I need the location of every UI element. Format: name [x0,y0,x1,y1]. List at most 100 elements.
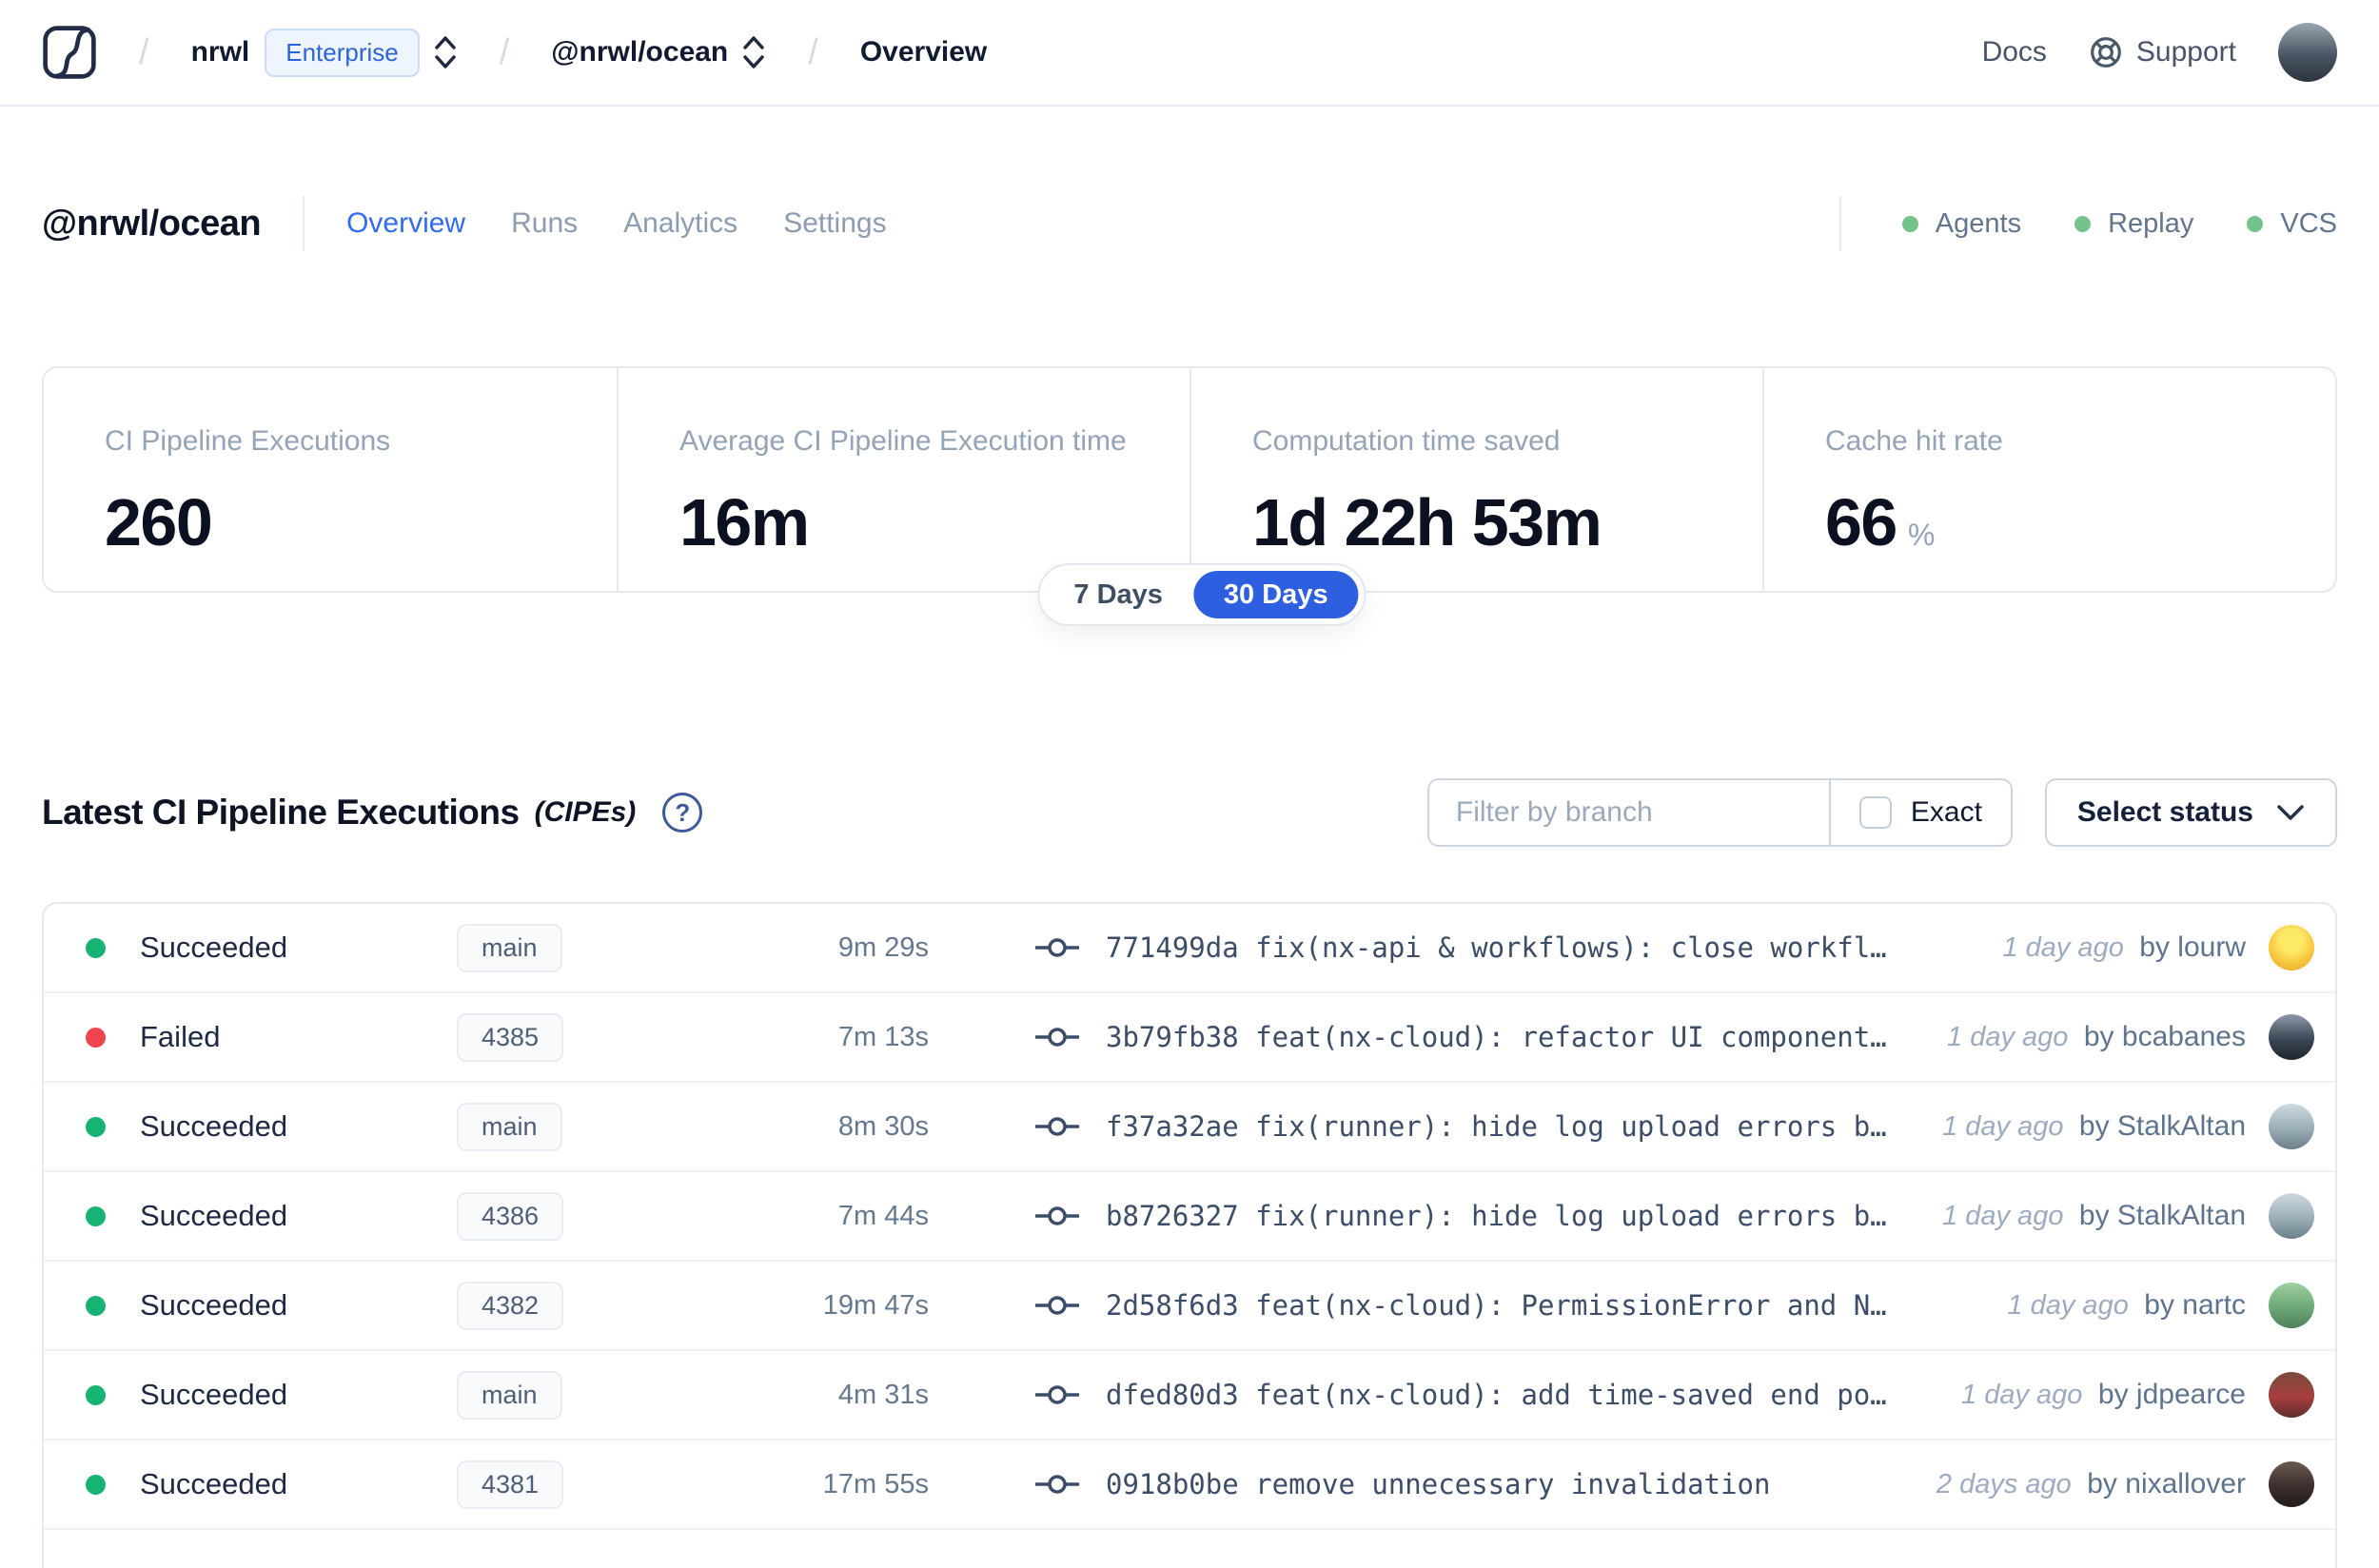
table-row[interactable]: Succeeded 4381 17m 55s 0918b0be remove u… [44,1441,2335,1530]
date-range-toggle: 7 Days 30 Days [1037,563,1366,626]
branch-badge: 4386 [457,1191,564,1241]
duration-label: 17m 55s [822,1468,929,1499]
org-name[interactable]: nrwl [191,36,250,69]
docs-link[interactable]: Docs [1982,36,2047,69]
workspace-tab[interactable]: Analytics [623,207,737,240]
table-row[interactable]: Succeeded main 8m 30s f37a32ae fix(runne… [44,1083,2335,1172]
workspace-crumb[interactable]: @nrwl/ocean [551,33,766,71]
feature-status-item[interactable]: Agents [1901,208,2021,240]
workspace-name[interactable]: @nrwl/ocean [551,36,728,69]
table-row[interactable]: Failed 4385 7m 13s 3b79fb38 feat(nx-clou… [44,993,2335,1083]
breadcrumb-separator: / [499,31,510,72]
commit-cell: b8726327 fix(runner): hide log upload er… [929,1200,1923,1232]
exact-label: Exact [1910,796,1982,828]
status-cell: Failed [86,1020,457,1054]
author-label: by StalkAltan [2078,1200,2246,1231]
commit-cell: dfed80d3 feat(nx-cloud): add time-saved … [929,1379,1942,1411]
stat-card: CI Pipeline Executions 260 [44,368,617,591]
branch-badge: main [457,1102,562,1151]
support-link[interactable]: Support [2089,35,2236,69]
workspace-tabs: Overview Runs Analytics Settings [346,207,887,240]
workspace-tab[interactable]: Settings [783,207,886,240]
status-cell: Succeeded [86,1109,457,1144]
breadcrumb: / nrwl Enterprise / @nrwl/ocean / Overvi… [42,25,987,80]
commit-cell: 771499da fix(nx-api & workflows): close … [929,931,1983,964]
enterprise-badge: Enterprise [265,28,420,77]
avatar [2269,925,2314,970]
commit-cell: 0918b0be remove unnecessary invalidation [929,1468,1917,1500]
stat-card: Computation time saved 1d 22h 53m [1190,368,1762,591]
branch-filter-input[interactable] [1428,780,1829,845]
status-dot-icon [86,937,106,958]
user-avatar[interactable] [2278,23,2337,82]
breadcrumb-separator: / [808,31,818,72]
feature-status-item[interactable]: VCS [2247,208,2337,240]
cipe-table: Succeeded main 9m 29s 771499da fix(nx-ap… [42,902,2337,1568]
table-row[interactable]: Succeeded 4382 19m 47s 2d58f6d3 feat(nx-… [44,1262,2335,1351]
stat-card: Cache hit rate 66% [1762,368,2335,591]
duration-label: 7m 13s [837,1021,929,1052]
table-row[interactable]: Succeeded 4386 7m 44s b8726327 fix(runne… [44,1172,2335,1262]
exact-match-toggle[interactable]: Exact [1831,780,2011,845]
status-cell: Succeeded [86,1199,457,1233]
time-ago-label: 2 days ago [1936,1469,2072,1499]
branch-cell: 4386 [457,1191,695,1241]
divider [303,196,305,251]
branch-badge: main [457,1370,562,1420]
feature-status-item[interactable]: Replay [2074,208,2193,240]
meta-cell: 1 day ago by bcabanes [1947,1021,2246,1053]
workspace-tab[interactable]: Overview [346,207,465,240]
meta-cell: 1 day ago by nartc [2007,1289,2246,1322]
feature-status-group: Agents Replay VCS [1798,196,2337,251]
commit-message: dfed80d3 feat(nx-cloud): add time-saved … [1106,1379,1887,1411]
time-ago-label: 1 day ago [2002,932,2124,963]
table-row[interactable]: Succeeded main 9m 29s 771499da fix(nx-ap… [44,904,2335,993]
time-ago-label: 1 day ago [1942,1201,2064,1231]
date-range-option[interactable]: 30 Days [1192,571,1359,618]
section-title-suffix: (CIPEs) [534,796,637,828]
time-ago-label: 1 day ago [2007,1290,2129,1321]
help-icon[interactable]: ? [662,793,703,833]
branch-cell: main [457,923,695,972]
branch-cell: 4385 [457,1012,695,1062]
top-nav-bar: / nrwl Enterprise / @nrwl/ocean / Overvi… [0,0,2379,107]
git-commit-icon [1035,1114,1079,1139]
stats-cards: CI Pipeline Executions 260 Average CI Pi… [42,366,2337,593]
org-selector-icon[interactable] [433,33,458,71]
meta-cell: 1 day ago by jdpearce [1961,1379,2246,1411]
exact-checkbox[interactable] [1858,796,1892,829]
page-crumb: Overview [859,36,988,68]
meta-cell: 2 days ago by nixallover [1937,1468,2246,1500]
status-dot-icon [86,1027,106,1048]
git-commit-icon [1035,1293,1079,1318]
status-label: Succeeded [140,1288,288,1322]
status-dot-icon [2247,215,2264,232]
org-crumb[interactable]: nrwl Enterprise [191,28,458,77]
workspace-selector-icon[interactable] [741,33,766,71]
nav-right-group: Docs Support [1982,23,2337,82]
status-dot-icon [1901,215,1918,232]
avatar [2269,1283,2314,1328]
status-dot-icon [86,1295,106,1316]
stat-value: 16m [679,485,810,559]
commit-message: 2d58f6d3 feat(nx-cloud): PermissionError… [1106,1289,1887,1322]
date-range-option[interactable]: 7 Days [1045,571,1191,618]
status-label: Succeeded [140,1378,288,1411]
workspace-tab[interactable]: Runs [511,207,578,240]
status-dot-icon [86,1116,106,1137]
status-label: Succeeded [140,1467,288,1500]
avatar [2269,1104,2314,1149]
table-row[interactable]: Succeeded main 4m 31s dfed80d3 feat(nx-c… [44,1351,2335,1441]
branch-badge: main [457,923,562,972]
nx-cloud-logo-icon[interactable] [42,25,97,80]
status-dot-icon [2074,215,2092,232]
duration-label: 4m 31s [837,1379,929,1410]
commit-cell: 2d58f6d3 feat(nx-cloud): PermissionError… [929,1289,1988,1322]
feature-label: Replay [2108,207,2194,239]
author-label: by bcabanes [2083,1021,2246,1052]
status-dot-icon [86,1205,106,1226]
meta-cell: 1 day ago by StalkAltan [1942,1200,2246,1232]
feature-label: VCS [2280,207,2337,239]
select-status-button[interactable]: Select status [2044,778,2337,847]
commit-cell: f37a32ae fix(runner): hide log upload er… [929,1110,1923,1143]
